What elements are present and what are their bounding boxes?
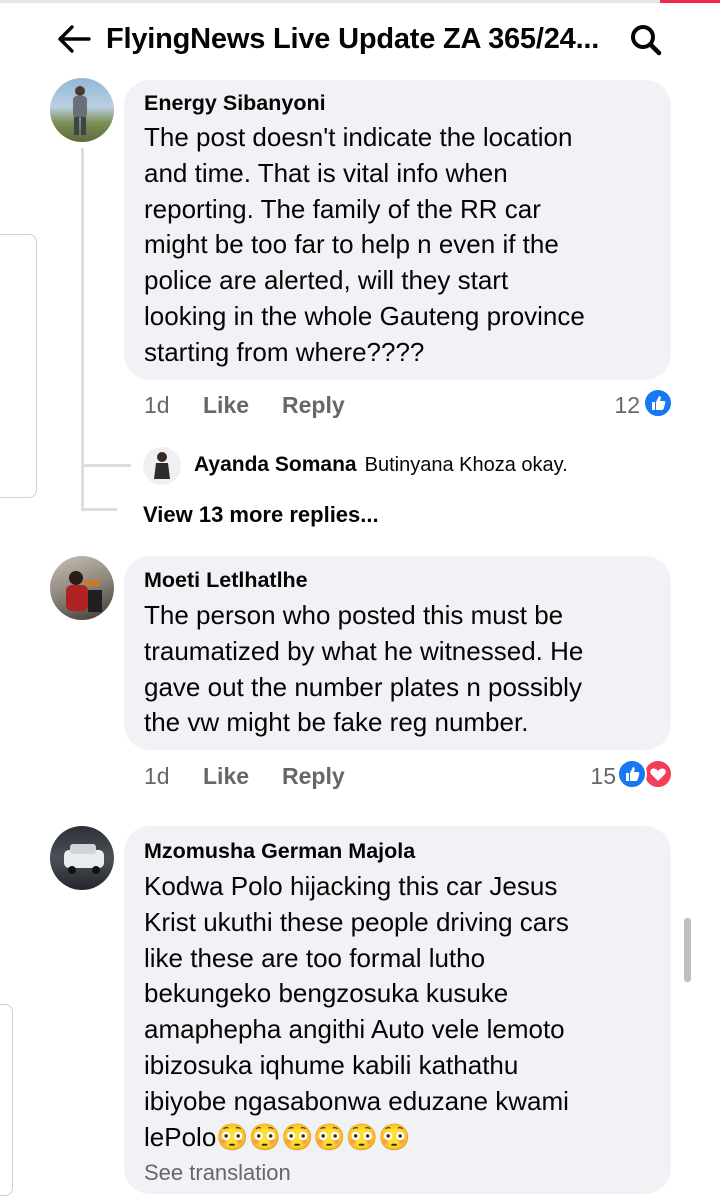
- view-more-replies-link[interactable]: View 13 more replies...: [143, 502, 379, 528]
- left-edge-bracket: [0, 234, 37, 498]
- reply-button[interactable]: Reply: [282, 392, 345, 419]
- love-reaction-icon: [643, 759, 673, 789]
- avatar-person-figure: [66, 571, 102, 612]
- scrollbar-thumb[interactable]: [684, 918, 691, 982]
- reply-text: Butinyana Khoza okay.: [364, 453, 568, 476]
- comment-author[interactable]: Mzomusha German Majola: [144, 839, 415, 864]
- left-edge-bracket-lower: [0, 1004, 13, 1196]
- avatar-person-figure: [154, 452, 170, 479]
- reply-avatar[interactable]: [143, 447, 181, 485]
- search-icon: [631, 25, 662, 56]
- comment-author[interactable]: Energy Sibanyoni: [144, 91, 326, 116]
- page-title: FlyingNews Live Update ZA 365/24...: [106, 23, 600, 55]
- comment-bubble[interactable]: Energy Sibanyoni The post doesn't indica…: [124, 80, 671, 380]
- like-reaction-icon: [643, 388, 673, 418]
- header-bar: FlyingNews Live Update ZA 365/24...: [0, 3, 720, 75]
- search-button[interactable]: [622, 19, 670, 61]
- comment-author[interactable]: Moeti Letlhatlhe: [144, 568, 308, 593]
- thread-branch-lower: [81, 508, 117, 511]
- comment-timestamp: 1d: [144, 763, 170, 789]
- thread-line-lower: [81, 466, 84, 510]
- see-translation-link[interactable]: See translation: [144, 1160, 291, 1186]
- back-button[interactable]: [52, 19, 96, 59]
- comment-text: The person who posted this must be traum…: [144, 600, 584, 738]
- avatar[interactable]: [50, 556, 114, 620]
- comment-text: The post doesn't indicate the location a…: [144, 122, 585, 367]
- comment-timestamp: 1d: [144, 392, 170, 418]
- reply-author[interactable]: Ayanda Somana: [194, 453, 357, 477]
- avatar-person-figure: [73, 86, 87, 135]
- avatar-car-image: [64, 844, 104, 874]
- arrow-left-icon: [58, 25, 91, 53]
- thread-branch: [81, 464, 131, 467]
- like-button[interactable]: Like: [203, 763, 249, 790]
- like-button[interactable]: Like: [203, 392, 249, 419]
- reaction-count[interactable]: 12: [580, 392, 640, 419]
- avatar[interactable]: [50, 826, 114, 890]
- reaction-count[interactable]: 15: [556, 763, 616, 790]
- reply-button[interactable]: Reply: [282, 763, 345, 790]
- like-reaction-icon: [617, 759, 647, 789]
- comment-bubble[interactable]: Moeti Letlhatlhe The person who posted t…: [124, 556, 671, 750]
- comment-text: Kodwa Polo hijacking this car Jesus Kris…: [144, 871, 569, 1152]
- reply-preview[interactable]: Ayanda Somana Butinyana Khoza okay.: [194, 453, 568, 477]
- comment-bubble[interactable]: Mzomusha German Majola Kodwa Polo hijack…: [124, 826, 671, 1194]
- avatar[interactable]: [50, 78, 114, 142]
